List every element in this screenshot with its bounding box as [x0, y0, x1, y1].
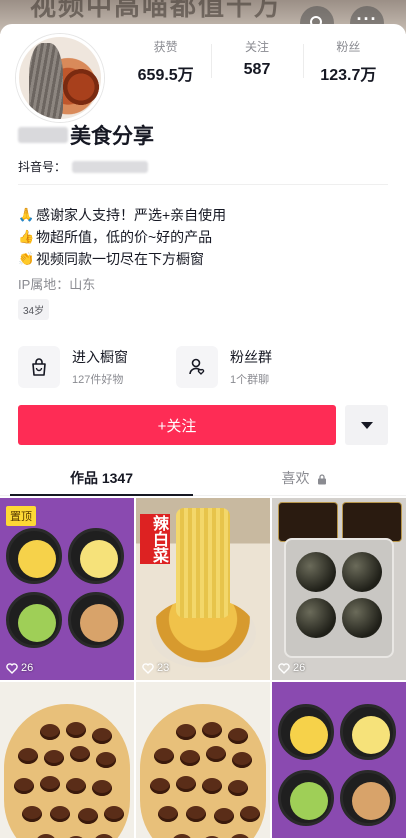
nickname: 美食分享	[70, 125, 154, 148]
ip-location: IP属地：山东	[18, 277, 96, 292]
stat-value: 659.5万	[137, 67, 194, 84]
bio-text: 物超所值，低的价~好的产品	[36, 229, 213, 245]
bio-line: 🙏 感谢家人支持！严选+亲自使用	[18, 204, 226, 226]
caret-down-icon	[360, 421, 373, 429]
redacted-douyin-id	[72, 160, 149, 173]
cover-text: 视频中高喵都值千万	[30, 0, 283, 21]
stat-followers[interactable]: 粉丝 123.7万	[302, 38, 394, 85]
likes-count: 23	[157, 662, 170, 674]
tab-likes[interactable]: 喜欢	[203, 460, 406, 495]
pinned-badge: 置顶	[6, 506, 36, 526]
stat-following[interactable]: 关注 587	[211, 38, 302, 85]
bio-line: 👏 视频同款一切尽在下方橱窗	[18, 248, 226, 270]
likes-count: 26	[21, 662, 34, 674]
tab-works[interactable]: 作品 1347	[0, 460, 203, 496]
stat-value: 123.7万	[320, 67, 377, 84]
fan-group-title: 粉丝群	[230, 349, 272, 365]
age-tag: 34岁	[18, 299, 50, 320]
video-thumbnail[interactable]	[136, 682, 270, 838]
video-thumbnail[interactable]: 26	[272, 498, 406, 680]
divider	[18, 184, 388, 185]
lock-icon	[318, 474, 327, 485]
bio-text: 视频同款一切尽在下方橱窗	[36, 251, 204, 267]
video-thumbnail[interactable]: 置顶 26	[0, 498, 134, 680]
stat-label: 关注	[244, 40, 269, 54]
shop-window-subtitle: 127件好物	[72, 374, 124, 386]
thumbs-up-icon: 👍	[18, 229, 35, 244]
heart-icon	[278, 662, 290, 674]
heart-icon	[142, 662, 154, 674]
recommend-dropdown-button[interactable]	[345, 405, 388, 445]
profile-sheet: 获赞 659.5万 关注 587 粉丝 123.7万 美食分享 抖音号： 🙏 感…	[0, 24, 406, 838]
video-thumbnail[interactable]	[272, 682, 406, 838]
video-likes: 26	[278, 662, 305, 674]
follow-button[interactable]: +关注	[18, 405, 336, 445]
heart-icon	[6, 662, 18, 674]
stat-label: 获赞	[153, 40, 178, 54]
likes-count: 26	[293, 662, 306, 674]
redacted-name-part	[18, 127, 68, 143]
profile-stats: 获赞 659.5万 关注 587 粉丝 123.7万	[120, 38, 394, 85]
douyin-id-label: 抖音号：	[18, 160, 67, 174]
shop-window-title: 进入橱窗	[72, 349, 128, 365]
video-thumbnail[interactable]: 辣白菜 23	[136, 498, 270, 680]
video-grid: 置顶 26 辣白菜 23 26	[0, 498, 406, 838]
video-thumbnail[interactable]	[0, 682, 134, 838]
stat-value: 587	[243, 61, 271, 78]
bio-line: 👍 物超所值，低的价~好的产品	[18, 226, 226, 248]
avatar[interactable]	[16, 34, 104, 122]
content-tabs: 作品 1347 喜欢	[0, 460, 406, 496]
fan-group-icon	[176, 346, 218, 388]
shopping-bag-icon	[18, 346, 60, 388]
stat-label: 粉丝	[336, 40, 361, 54]
douyin-id-row: 抖音号：	[18, 158, 149, 175]
stat-likes[interactable]: 获赞 659.5万	[120, 38, 211, 85]
bio: 🙏 感谢家人支持！严选+亲自使用 👍 物超所值，低的价~好的产品 👏 视频同款一…	[18, 204, 226, 270]
shop-window-entry[interactable]: 进入橱窗 127件好物	[18, 342, 128, 392]
fan-group-entry[interactable]: 粉丝群 1个群聊	[176, 342, 272, 392]
pray-icon: 🙏	[18, 207, 35, 222]
nickname-row: 美食分享	[18, 120, 154, 150]
fan-group-subtitle: 1个群聊	[230, 374, 270, 386]
bio-text: 感谢家人支持！严选+亲自使用	[36, 207, 227, 223]
tab-works-label: 作品 1347	[69, 470, 134, 486]
video-likes: 23	[142, 662, 169, 674]
tab-likes-label: 喜欢	[281, 470, 310, 486]
clap-icon: 👏	[18, 251, 35, 266]
video-likes: 26	[6, 662, 33, 674]
